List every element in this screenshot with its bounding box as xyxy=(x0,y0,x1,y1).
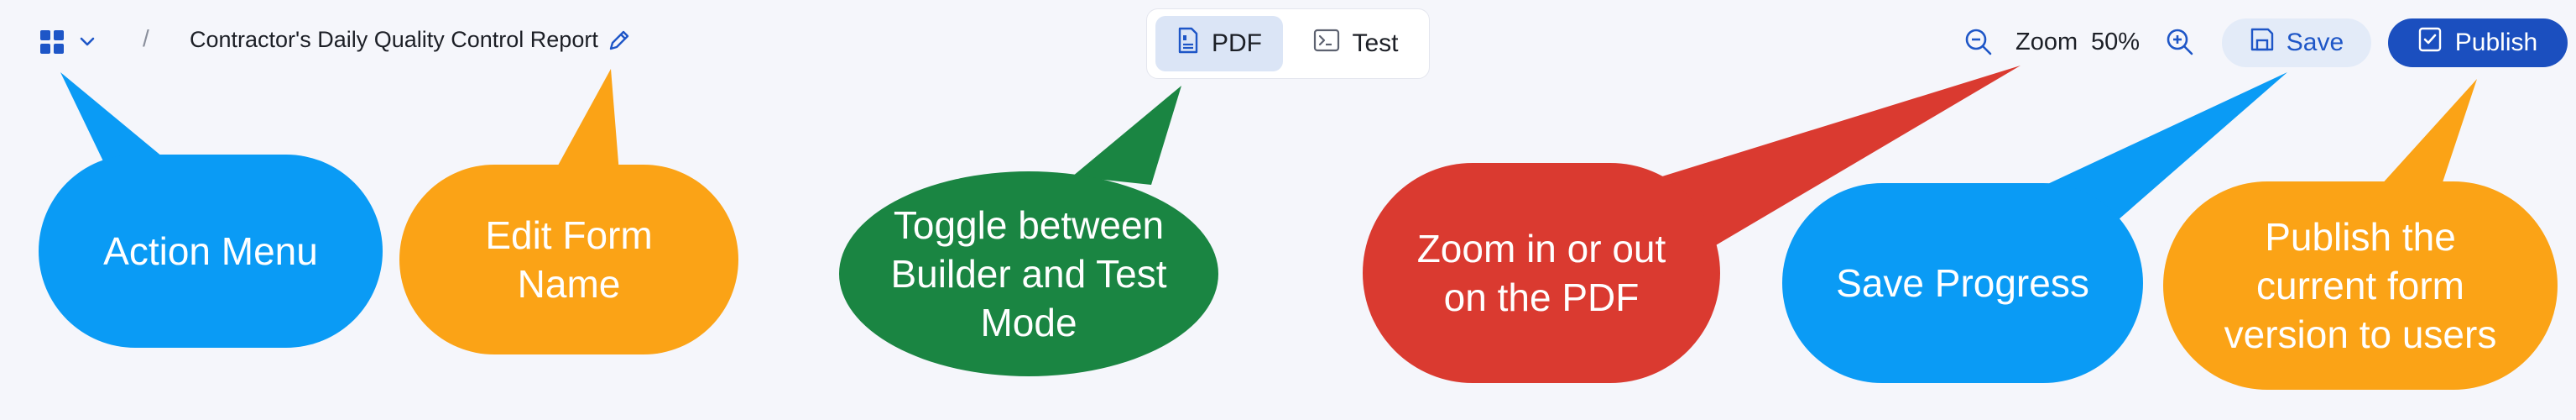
callout-zoom: Zoom in or out on the PDF xyxy=(1363,163,1720,383)
callout-save: Save Progress xyxy=(1782,183,2143,383)
callout-publish: Publish the current form version to user… xyxy=(2163,181,2558,390)
callout-action-menu: Action Menu xyxy=(39,155,383,348)
callout-zoom-line-2: on the PDF xyxy=(1443,276,1640,319)
callout-zoom-line-1: Zoom in or out xyxy=(1416,227,1666,270)
callout-toggle-mode-line-2: Builder and Test xyxy=(890,252,1167,296)
callout-action-menu-text: Action Menu xyxy=(103,229,318,273)
callout-toggle-mode: Toggle between Builder and Test Mode xyxy=(839,171,1218,376)
callout-edit-name: Edit Form Name xyxy=(399,165,738,354)
callout-toggle-mode-line-3: Mode xyxy=(980,301,1077,344)
callout-edit-name-line-1: Edit Form xyxy=(485,213,653,257)
callout-publish-line-1: Publish the xyxy=(2265,215,2456,259)
callout-edit-name-line-2: Name xyxy=(517,262,621,306)
callout-toggle-mode-line-1: Toggle between xyxy=(893,203,1165,247)
callout-publish-line-2: current form xyxy=(2256,264,2464,307)
callout-save-text: Save Progress xyxy=(1836,261,2089,305)
callout-publish-line-3: version to users xyxy=(2224,312,2497,356)
